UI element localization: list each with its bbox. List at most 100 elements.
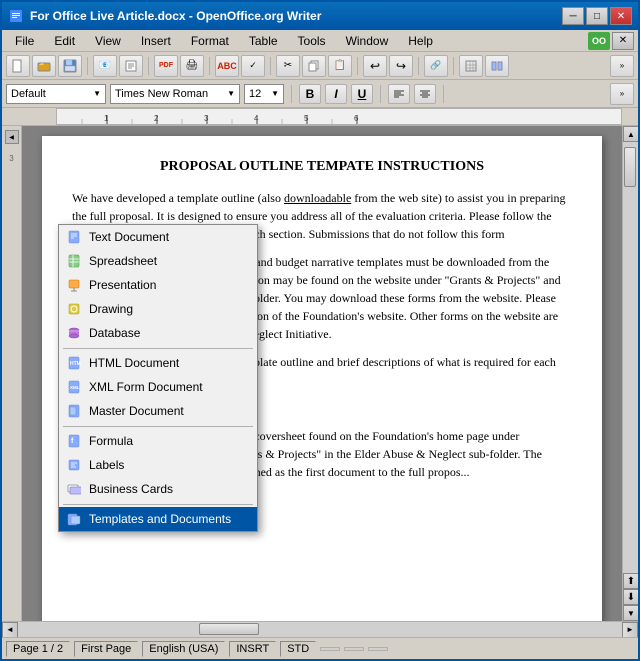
formatting-right-more: » xyxy=(610,83,634,105)
menu-formula-label: Formula xyxy=(89,434,133,448)
ruler-marks: 1 2 3 4 5 6 xyxy=(57,109,621,124)
business-cards-icon xyxy=(65,480,83,498)
document-container: PROPOSAL OUTLINE TEMPATE INSTRUCTIONS We… xyxy=(22,126,622,621)
database-icon xyxy=(65,324,83,342)
font-size-text: 12 xyxy=(249,88,261,100)
menu-insert[interactable]: Insert xyxy=(132,31,180,51)
menu-database-label: Database xyxy=(89,326,140,340)
menu-new-drawing[interactable]: Drawing xyxy=(59,297,257,321)
close-button[interactable]: ✕ xyxy=(610,7,632,25)
page-info: Page 1 / 2 xyxy=(6,641,70,657)
insert-mode[interactable]: INSRT xyxy=(229,641,276,657)
style-box-wrapper: Default ▼ xyxy=(6,84,106,104)
scroll-page-down-button[interactable]: ⬇ xyxy=(623,589,638,605)
svg-text:1: 1 xyxy=(104,114,109,123)
minimize-button[interactable]: ─ xyxy=(562,7,584,25)
window-controls: ─ □ ✕ xyxy=(562,7,632,25)
undo-button[interactable]: ↩ xyxy=(363,55,387,77)
menu-new-database[interactable]: Database xyxy=(59,321,257,345)
scroll-left-button[interactable]: ◄ xyxy=(2,622,18,638)
sep-line-3 xyxy=(63,504,253,505)
menu-new-presentation[interactable]: Presentation xyxy=(59,273,257,297)
menu-window[interactable]: Window xyxy=(337,31,398,51)
fmt-sep3 xyxy=(443,85,444,103)
style-box[interactable]: Default ▼ xyxy=(6,84,106,104)
menu-new-xml-form[interactable]: XML XML Form Document xyxy=(59,375,257,399)
menu-templates-documents[interactable]: Templates and Documents xyxy=(59,507,257,531)
sep7 xyxy=(453,57,454,75)
autocorrect-button[interactable]: ✓ xyxy=(241,55,265,77)
spellcheck-button[interactable]: ABC xyxy=(215,55,239,77)
std-mode[interactable]: STD xyxy=(280,641,316,657)
menu-help[interactable]: Help xyxy=(399,31,442,51)
italic-button[interactable]: I xyxy=(325,84,347,104)
menu-edit[interactable]: Edit xyxy=(45,31,84,51)
doc-title-text: PROPOSAL OUTLINE TEMPATE INSTRUCTIONS xyxy=(160,159,484,174)
std-mode-text: STD xyxy=(287,643,309,655)
menu-new-formula[interactable]: f Formula xyxy=(59,429,257,453)
menu-format[interactable]: Format xyxy=(182,31,238,51)
paste-button[interactable]: 📋 xyxy=(328,55,352,77)
font-name-wrapper: Times New Roman ▼ xyxy=(110,84,240,104)
sep6 xyxy=(418,57,419,75)
print-button[interactable]: 🖨 xyxy=(180,55,204,77)
font-size-dropdown-icon: ▼ xyxy=(271,89,279,98)
oo-logo: OO xyxy=(588,32,610,50)
svg-text:2: 2 xyxy=(154,114,159,123)
insert-mode-text: INSRT xyxy=(236,643,269,655)
maximize-button[interactable]: □ xyxy=(586,7,608,25)
scroll-up-button[interactable]: ▲ xyxy=(623,126,638,142)
hyperlink-button[interactable]: 🔗 xyxy=(424,55,448,77)
menu-new-master-doc[interactable]: Master Document xyxy=(59,399,257,423)
svg-text:3: 3 xyxy=(204,114,209,123)
font-name-dropdown-icon: ▼ xyxy=(227,89,235,98)
email-button[interactable]: 📧 xyxy=(93,55,117,77)
scroll-page-up-button[interactable]: ⬆ xyxy=(623,573,638,589)
menu-new-html[interactable]: HTML HTML Document xyxy=(59,351,257,375)
scroll-down-button[interactable]: ▼ xyxy=(623,605,638,621)
templates-icon xyxy=(65,510,83,528)
more-format-button[interactable]: » xyxy=(610,83,634,105)
new-button[interactable] xyxy=(6,55,30,77)
scroll-track[interactable] xyxy=(623,142,638,573)
doc-heading: PROPOSAL OUTLINE TEMPATE INSTRUCTIONS xyxy=(72,156,572,177)
font-name-box[interactable]: Times New Roman ▼ xyxy=(110,84,240,104)
menu-file[interactable]: File xyxy=(6,31,43,51)
copy-button[interactable] xyxy=(302,55,326,77)
presentation-icon xyxy=(65,276,83,294)
fmt-sep1 xyxy=(291,85,292,103)
menu-xml-label: XML Form Document xyxy=(89,380,203,394)
open-button[interactable] xyxy=(32,55,56,77)
bold-button[interactable]: B xyxy=(299,84,321,104)
cut-button[interactable]: ✂ xyxy=(276,55,300,77)
columns-button[interactable] xyxy=(485,55,509,77)
redo-button[interactable]: ↪ xyxy=(389,55,413,77)
hscroll-track[interactable] xyxy=(18,622,622,637)
menu-table[interactable]: Table xyxy=(240,31,287,51)
text-doc-icon xyxy=(65,228,83,246)
menu-new-spreadsheet[interactable]: Spreadsheet xyxy=(59,249,257,273)
spreadsheet-icon xyxy=(65,252,83,270)
menu-new-text-document[interactable]: Text Document xyxy=(59,225,257,249)
scroll-right-button[interactable]: ► xyxy=(622,622,638,638)
menu-templates-label: Templates and Documents xyxy=(89,512,231,526)
menu-new-labels[interactable]: Labels xyxy=(59,453,257,477)
align-left-button[interactable] xyxy=(388,84,410,104)
sep-line-1 xyxy=(63,348,253,349)
view-toggle-btn[interactable]: ◀ xyxy=(5,130,19,144)
edit-doc-button[interactable] xyxy=(119,55,143,77)
doc-link-downloadable[interactable]: downloadable xyxy=(284,191,351,205)
menu-view[interactable]: View xyxy=(86,31,130,51)
hscroll-thumb[interactable] xyxy=(199,623,259,635)
scroll-thumb[interactable] xyxy=(624,147,636,187)
align-center-button[interactable] xyxy=(414,84,436,104)
menu-new-business-cards[interactable]: Business Cards xyxy=(59,477,257,501)
more-button[interactable]: » xyxy=(610,55,634,77)
pdf-button[interactable]: PDF xyxy=(154,55,178,77)
font-size-box[interactable]: 12 ▼ xyxy=(244,84,284,104)
table-button[interactable] xyxy=(459,55,483,77)
toolbar-close-button[interactable]: ✕ xyxy=(612,32,634,50)
save-button[interactable] xyxy=(58,55,82,77)
underline-button[interactable]: U xyxy=(351,84,373,104)
menu-tools[interactable]: Tools xyxy=(289,31,335,51)
